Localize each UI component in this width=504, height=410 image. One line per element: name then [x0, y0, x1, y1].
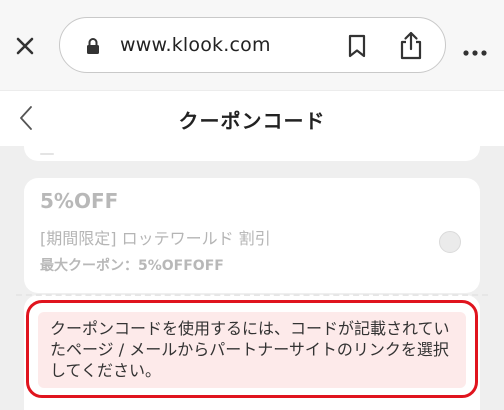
url-text: www.klook.com [120, 34, 271, 56]
coupon-max-discount: 最大クーポン：5%OFFOFF [40, 258, 224, 274]
previous-coupon-card [24, 146, 480, 161]
share-icon[interactable] [398, 30, 424, 60]
notice-text: クーポンコードを使用するには、コードが記載されていたページ / メールからパート… [50, 319, 450, 380]
coupon-list: 5%OFF [期間限定] ロッテワールド 割引 最大クーポン：5%OFFOFF … [0, 146, 504, 410]
address-bar[interactable]: www.klook.com [59, 17, 446, 73]
browser-toolbar: www.klook.com [0, 0, 504, 90]
coupon-title: 5%OFF [40, 189, 119, 213]
close-icon[interactable] [12, 33, 38, 59]
bookmark-icon[interactable] [346, 34, 368, 58]
coupon-notice: クーポンコードを使用するには、コードが記載されていたページ / メールからパート… [38, 312, 466, 388]
dashed-divider [16, 294, 488, 296]
lock-icon [86, 37, 100, 55]
page-header: クーポンコード [0, 90, 504, 146]
more-horizontal-icon[interactable] [462, 42, 488, 56]
page-title: クーポンコード [178, 109, 326, 133]
divider [40, 153, 54, 155]
coupon-card[interactable]: 5%OFF [期間限定] ロッテワールド 割引 最大クーポン：5%OFFOFF [24, 178, 480, 293]
coupon-description: [期間限定] ロッテワールド 割引 [40, 229, 271, 248]
coupon-select-radio[interactable] [439, 231, 461, 253]
